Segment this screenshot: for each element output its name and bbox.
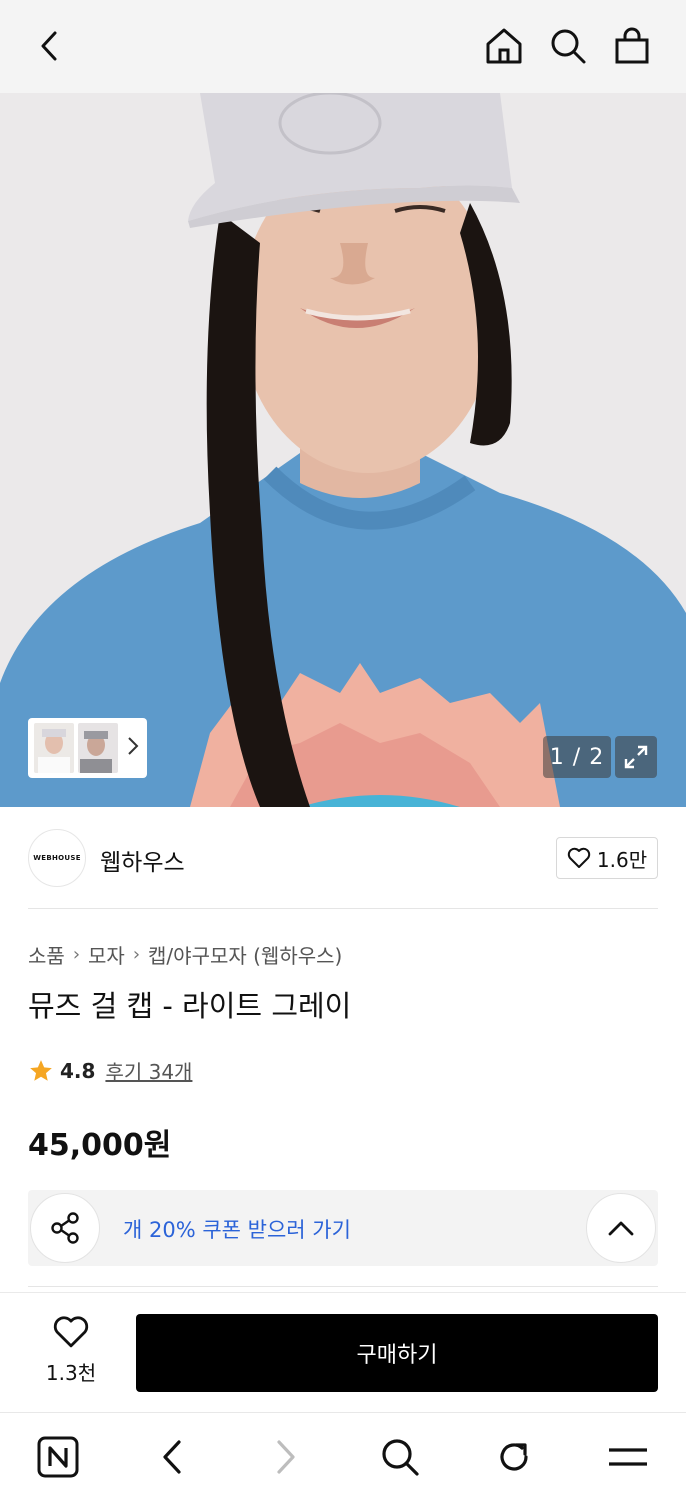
purchase-bar: 1.3천 구매하기	[0, 1292, 686, 1412]
thumbnail-2[interactable]	[78, 723, 118, 773]
back-icon[interactable]	[26, 22, 74, 70]
scroll-top-button[interactable]	[586, 1193, 656, 1263]
back-icon[interactable]	[148, 1433, 196, 1481]
menu-icon[interactable]	[604, 1433, 652, 1481]
expand-icon[interactable]	[615, 736, 657, 778]
heart-icon	[53, 1316, 89, 1348]
browser-toolbar	[0, 1412, 686, 1500]
top-nav-bar	[0, 0, 686, 93]
brand-name[interactable]: 웹하우스	[100, 843, 185, 877]
chevron-up-icon	[608, 1221, 634, 1236]
bag-icon[interactable]	[608, 22, 656, 70]
product-photo	[0, 93, 686, 807]
reviews-link[interactable]: 후기 34개	[105, 1056, 192, 1085]
heart-icon	[567, 847, 591, 868]
brand-row[interactable]: WEBHOUSE 웹하우스 1.6만	[28, 829, 658, 887]
product-price: 45,000원	[28, 1128, 172, 1163]
share-button[interactable]	[30, 1193, 100, 1263]
image-counter: 1 / 2	[543, 736, 611, 778]
wish-button[interactable]: 1.3천	[28, 1315, 114, 1386]
naver-icon[interactable]	[34, 1433, 82, 1481]
home-icon[interactable]	[480, 22, 528, 70]
search-icon[interactable]	[376, 1433, 424, 1481]
wish-count: 1.3천	[45, 1361, 97, 1385]
rating: 4.8 후기 34개	[28, 1056, 192, 1085]
search-icon[interactable]	[544, 22, 592, 70]
chevron-right-icon: ›	[132, 944, 141, 965]
coupon-text[interactable]: 개 20% 쿠폰 받으러 가기	[123, 1214, 351, 1244]
thumbnail-1[interactable]	[34, 723, 74, 773]
brand-like-count: 1.6만	[596, 847, 648, 872]
chevron-right-icon	[127, 736, 139, 760]
product-title: 뮤즈 걸 캡 - 라이트 그레이	[28, 989, 352, 1023]
breadcrumb: 소품 › 모자 › 캡/야구모자 (웹하우스)	[28, 940, 342, 969]
share-icon	[51, 1212, 79, 1244]
coupon-banner[interactable]: 개 20% 쿠폰 받으러 가기	[28, 1190, 658, 1266]
breadcrumb-item[interactable]: 소품	[28, 940, 65, 969]
rating-score: 4.8	[60, 1058, 96, 1083]
brand-like-button[interactable]: 1.6만	[556, 837, 658, 879]
product-image[interactable]: 1 / 2	[0, 93, 686, 807]
thumbnail-strip[interactable]	[28, 718, 147, 778]
breadcrumb-item[interactable]: 캡/야구모자 (웹하우스)	[148, 940, 342, 969]
brand-logo[interactable]: WEBHOUSE	[28, 829, 86, 887]
chevron-right-icon: ›	[72, 944, 81, 965]
forward-icon[interactable]	[262, 1433, 310, 1481]
refresh-icon[interactable]	[490, 1433, 538, 1481]
divider	[28, 908, 658, 909]
breadcrumb-item[interactable]: 모자	[88, 940, 125, 969]
buy-button[interactable]: 구매하기	[136, 1314, 658, 1392]
star-icon	[30, 1059, 52, 1081]
